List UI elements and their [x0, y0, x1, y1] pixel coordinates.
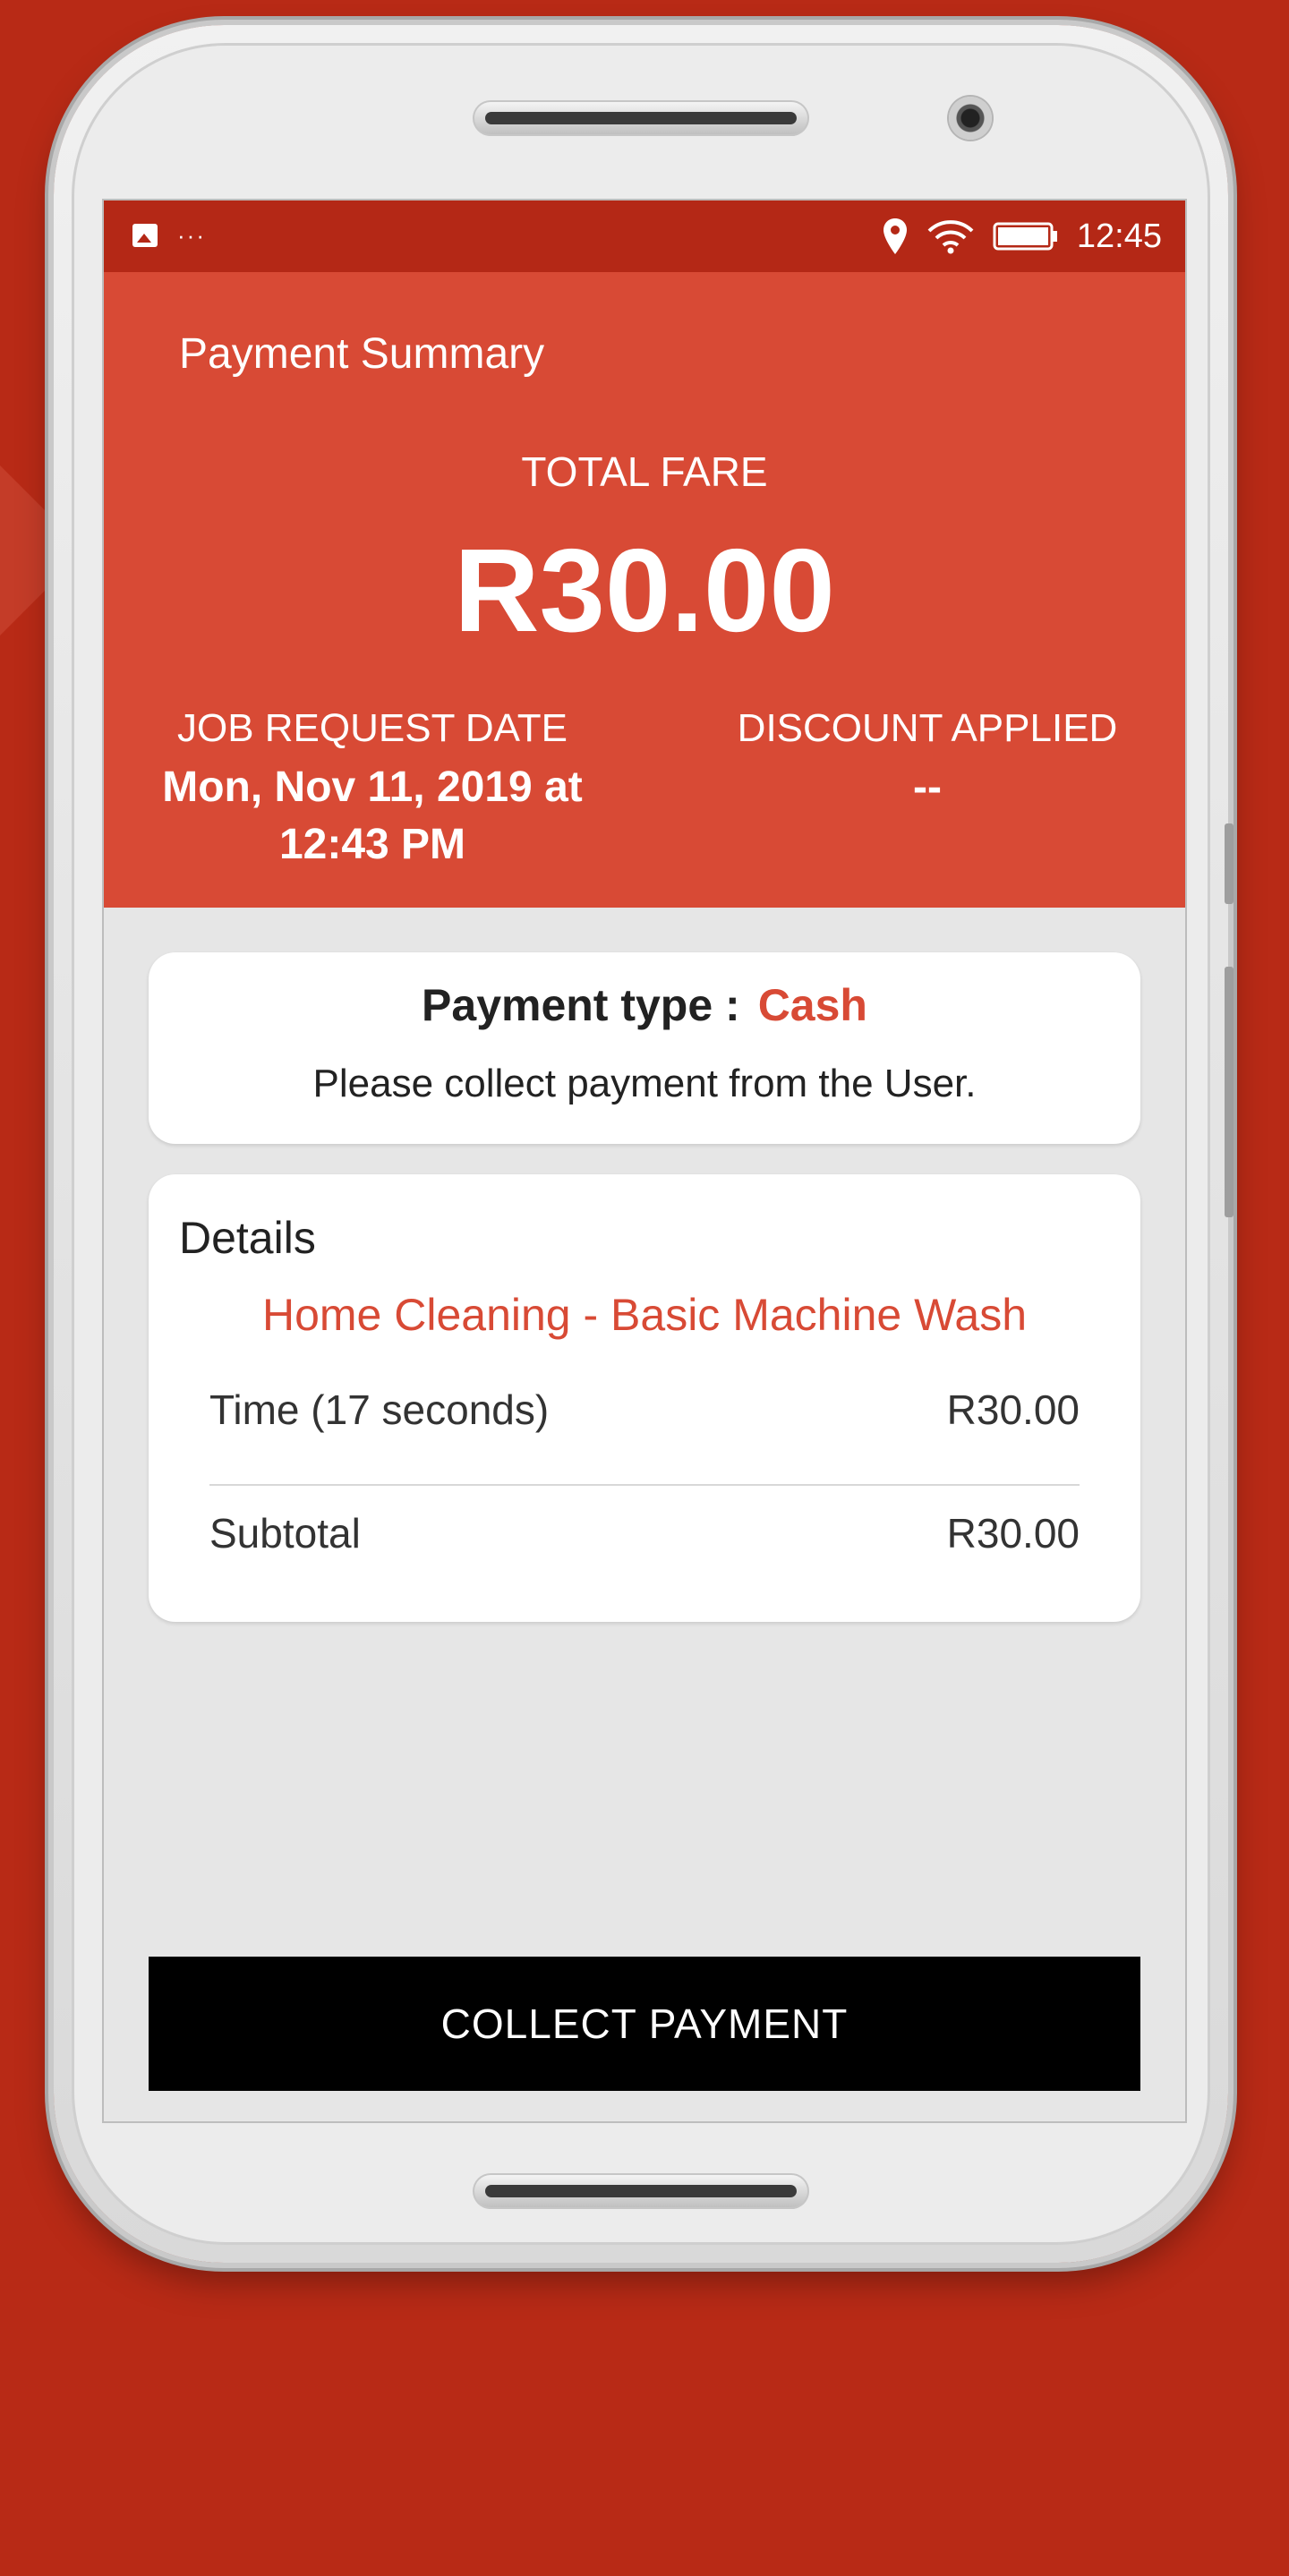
- collect-payment-button[interactable]: COLLECT PAYMENT: [149, 1957, 1140, 2091]
- discount-value: --: [913, 763, 942, 811]
- total-fare-label: TOTAL FARE: [521, 448, 768, 495]
- power-button: [1225, 823, 1234, 904]
- location-icon: [883, 218, 907, 254]
- details-title: Details: [179, 1213, 316, 1263]
- battery-icon: [993, 222, 1057, 251]
- details-card: Details Home Cleaning - Basic Machine Wa…: [149, 1174, 1140, 1622]
- payment-type-value: Cash: [757, 980, 867, 1030]
- payment-summary-header: Payment Summary TOTAL FARE R30.00 JOB RE…: [104, 272, 1185, 908]
- bottom-speaker: [473, 2173, 809, 2209]
- front-camera: [949, 97, 992, 140]
- job-request-date-line1: Mon, Nov 11, 2019 at: [162, 763, 583, 811]
- more-notifications-indicator: ···: [177, 222, 206, 249]
- payment-type-label: Payment type :: [422, 980, 740, 1030]
- payment-type-line: Payment type : Cash: [149, 979, 1140, 1031]
- subtotal-line-item: Subtotal R30.00: [209, 1509, 1080, 1557]
- line-item-label: Time (17 seconds): [209, 1386, 550, 1433]
- discount-applied: DISCOUNT APPLIED --: [695, 704, 1160, 816]
- job-request-date-line2: 12:43 PM: [278, 821, 466, 868]
- app-screen: ··· 12:45 Payment Summary TOTAL FARE R30…: [102, 199, 1187, 2123]
- job-request-date-value: Mon, Nov 11, 2019 at 12:43 PM: [140, 759, 605, 874]
- payment-note: Please collect payment from the User.: [312, 1062, 977, 1105]
- earpiece-speaker: [473, 100, 809, 136]
- details-divider: [209, 1484, 1080, 1486]
- fare-line-item: Time (17 seconds) R30.00: [209, 1386, 1080, 1434]
- wifi-icon: [927, 220, 974, 254]
- image-icon: [132, 224, 158, 247]
- payment-type-card: Payment type : Cash Please collect paymen…: [149, 952, 1140, 1144]
- total-fare-value: R30.00: [454, 525, 835, 656]
- line-item-value: R30.00: [946, 1386, 1080, 1433]
- service-name: Home Cleaning - Basic Machine Wash: [261, 1290, 1028, 1340]
- job-request-date-label: JOB REQUEST DATE: [176, 706, 568, 750]
- subtotal-label: Subtotal: [209, 1510, 361, 1557]
- status-time: 12:45: [1076, 218, 1162, 255]
- status-bar: ··· 12:45: [104, 200, 1185, 272]
- volume-button: [1225, 967, 1234, 1217]
- subtotal-value: R30.00: [946, 1510, 1080, 1557]
- page-title: Payment Summary: [179, 330, 545, 378]
- discount-label: DISCOUNT APPLIED: [737, 706, 1118, 750]
- job-request-date: JOB REQUEST DATE Mon, Nov 11, 2019 at 12…: [140, 704, 605, 874]
